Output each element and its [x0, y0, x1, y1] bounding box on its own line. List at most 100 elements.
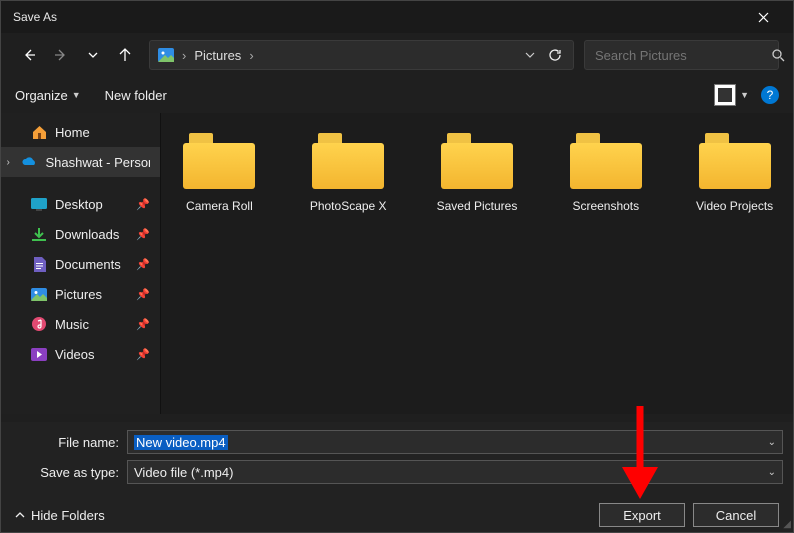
new-folder-label: New folder	[105, 88, 167, 103]
up-button[interactable]	[111, 41, 139, 69]
tree-item-pictures[interactable]: Pictures 📌	[1, 279, 160, 309]
tree-label: Downloads	[55, 227, 119, 242]
pictures-icon	[158, 47, 174, 63]
address-dropdown[interactable]	[525, 50, 535, 60]
filetype-value: Video file (*.mp4)	[134, 465, 233, 480]
folder-icon	[312, 133, 384, 189]
back-button[interactable]	[15, 41, 43, 69]
nav-buttons	[15, 41, 139, 69]
folder-icon	[699, 133, 771, 189]
save-as-dialog: Save As › Pictures ›	[0, 0, 794, 533]
new-folder-button[interactable]: New folder	[105, 88, 167, 103]
caret-down-icon: ▼	[72, 90, 81, 100]
search-icon	[771, 48, 785, 62]
arrow-up-icon	[118, 48, 132, 62]
tree-item-desktop[interactable]: Desktop 📌	[1, 189, 160, 219]
folder-item[interactable]: Screenshots	[561, 133, 650, 213]
tree-item-downloads[interactable]: Downloads 📌	[1, 219, 160, 249]
filetype-label: Save as type:	[1, 465, 119, 480]
folder-label: Video Projects	[690, 199, 779, 213]
chevron-down-icon	[88, 50, 98, 60]
folder-item[interactable]: Video Projects	[690, 133, 779, 213]
tree-item-videos[interactable]: Videos 📌	[1, 339, 160, 369]
address-bar[interactable]: › Pictures ›	[149, 40, 574, 70]
tree-label: Music	[55, 317, 89, 332]
tree-label: Pictures	[55, 287, 102, 302]
export-label: Export	[623, 508, 661, 523]
help-button[interactable]: ?	[761, 86, 779, 104]
filetype-combobox[interactable]: Video file (*.mp4) ⌄	[127, 460, 783, 484]
organize-button[interactable]: Organize ▼	[15, 88, 81, 103]
tree-label: Home	[55, 125, 90, 140]
export-button[interactable]: Export	[599, 503, 685, 527]
arrow-left-icon	[22, 48, 36, 62]
tree-item-music[interactable]: Music 📌	[1, 309, 160, 339]
downloads-icon	[31, 226, 47, 242]
chevron-down-icon[interactable]: ⌄	[768, 437, 776, 448]
folder-icon	[570, 133, 642, 189]
folder-label: PhotoScape X	[304, 199, 393, 213]
filename-combobox[interactable]: New video.mp4 ⌄	[127, 430, 783, 454]
pin-icon: 📌	[136, 258, 150, 271]
pin-icon: 📌	[136, 228, 150, 241]
footer: Hide Folders Export Cancel ◢	[1, 498, 793, 532]
view-button[interactable]: ▼	[714, 84, 749, 106]
close-button[interactable]	[745, 1, 781, 33]
view-icon	[714, 84, 736, 106]
tree-item-onedrive-personal[interactable]: › Shashwat - Personal	[1, 147, 160, 177]
window-title: Save As	[13, 10, 57, 24]
search-box[interactable]	[584, 40, 779, 70]
folder-label: Screenshots	[561, 199, 650, 213]
folder-icon	[441, 133, 513, 189]
folder-icon	[183, 133, 255, 189]
cancel-button[interactable]: Cancel	[693, 503, 779, 527]
refresh-button[interactable]	[545, 45, 565, 65]
forward-button[interactable]	[47, 41, 75, 69]
toolbar: Organize ▼ New folder ▼ ?	[1, 77, 793, 113]
chevron-up-icon	[15, 510, 25, 520]
tree-item-documents[interactable]: Documents 📌	[1, 249, 160, 279]
cancel-label: Cancel	[716, 508, 756, 523]
filename-label: File name:	[1, 435, 119, 450]
filename-input[interactable]: New video.mp4	[134, 435, 228, 450]
hide-folders-button[interactable]: Hide Folders	[15, 508, 105, 523]
chevron-down-icon[interactable]: ⌄	[768, 467, 776, 478]
documents-icon	[31, 256, 47, 272]
tree-label: Shashwat - Personal	[45, 155, 150, 170]
videos-icon	[31, 346, 47, 362]
resize-grip-icon[interactable]: ◢	[783, 519, 791, 530]
expand-icon[interactable]: ›	[3, 157, 13, 168]
chevron-down-icon	[525, 50, 535, 60]
titlebar: Save As	[1, 1, 793, 33]
pin-icon: 📌	[136, 198, 150, 211]
pin-icon: 📌	[136, 318, 150, 331]
refresh-icon	[548, 48, 562, 62]
folder-item[interactable]: Saved Pictures	[433, 133, 522, 213]
folder-item[interactable]: Camera Roll	[175, 133, 264, 213]
caret-down-icon: ▼	[740, 90, 749, 100]
hide-folders-label: Hide Folders	[31, 508, 105, 523]
pin-icon: 📌	[136, 288, 150, 301]
breadcrumb-separator: ›	[249, 48, 253, 63]
folder-label: Saved Pictures	[433, 199, 522, 213]
pin-icon: 📌	[136, 348, 150, 361]
pictures-icon	[31, 286, 47, 302]
form-area: File name: New video.mp4 ⌄ Save as type:…	[1, 422, 793, 498]
folder-label: Camera Roll	[175, 199, 264, 213]
tree-label: Desktop	[55, 197, 103, 212]
search-input[interactable]	[595, 48, 771, 63]
desktop-icon	[31, 196, 47, 212]
navigation-row: › Pictures ›	[1, 33, 793, 77]
navigation-pane: Home › Shashwat - Personal Desktop 📌 Dow…	[1, 113, 161, 414]
close-icon	[758, 12, 769, 23]
organize-label: Organize	[15, 88, 68, 103]
breadcrumb-location[interactable]: Pictures	[194, 48, 241, 63]
folder-item[interactable]: PhotoScape X	[304, 133, 393, 213]
recent-locations-button[interactable]	[79, 41, 107, 69]
arrow-right-icon	[54, 48, 68, 62]
breadcrumb-separator: ›	[182, 48, 186, 63]
tree-label: Documents	[55, 257, 121, 272]
folder-content: Camera Roll PhotoScape X Saved Pictures …	[161, 113, 793, 414]
tree-item-home[interactable]: Home	[1, 117, 160, 147]
tree-label: Videos	[55, 347, 95, 362]
